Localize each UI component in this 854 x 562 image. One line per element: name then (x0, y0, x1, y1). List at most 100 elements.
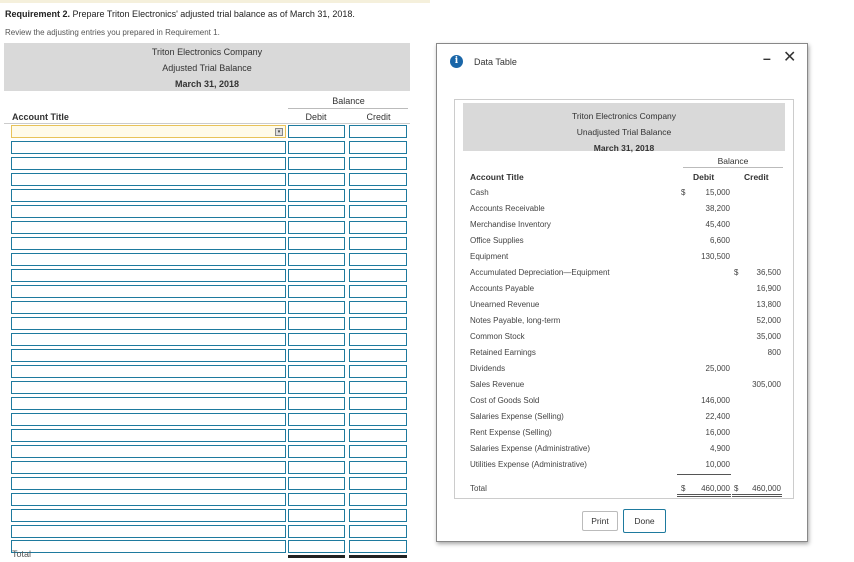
credit-input[interactable] (349, 364, 407, 378)
debit-input[interactable] (288, 332, 345, 346)
credit-input[interactable] (349, 332, 407, 346)
info-icon: i (450, 55, 463, 68)
debit-input[interactable] (288, 172, 345, 186)
account-title-select[interactable] (11, 540, 286, 554)
minimize-icon[interactable]: – (763, 50, 771, 66)
worksheet-date: March 31, 2018 (174, 79, 240, 89)
account-title-select[interactable] (11, 524, 286, 538)
account-title-select[interactable] (11, 140, 286, 154)
debit-input[interactable] (288, 540, 345, 554)
credit-input[interactable] (349, 220, 407, 234)
data-table-balance-divider (683, 167, 783, 168)
account-title-select[interactable] (11, 220, 286, 234)
debit-input[interactable] (288, 476, 345, 490)
credit-input[interactable] (349, 300, 407, 314)
account-title-select[interactable] (11, 172, 286, 186)
credit-input[interactable] (349, 125, 407, 138)
credit-input[interactable] (349, 524, 407, 538)
credit-input[interactable] (349, 204, 407, 218)
account-title-select[interactable] (11, 300, 286, 314)
credit-input[interactable] (349, 412, 407, 426)
data-table-row: Cash $15,000 (455, 188, 795, 204)
account-title-select[interactable] (11, 316, 286, 330)
data-table-cell-credit: 305,000 (752, 380, 781, 389)
data-table-cell-name: Merchandise Inventory (470, 220, 551, 229)
account-title-select[interactable] (11, 188, 286, 202)
credit-input[interactable] (349, 476, 407, 490)
debit-input[interactable] (288, 268, 345, 282)
credit-input[interactable] (349, 396, 407, 410)
credit-input[interactable] (349, 316, 407, 330)
credit-input[interactable] (349, 460, 407, 474)
debit-input[interactable] (288, 188, 345, 202)
credit-input[interactable] (349, 284, 407, 298)
account-title-select[interactable] (11, 364, 286, 378)
account-title-select[interactable] (11, 444, 286, 458)
account-title-select[interactable] (11, 428, 286, 442)
account-title-select[interactable] (11, 348, 286, 362)
account-title-select[interactable] (11, 476, 286, 490)
account-title-select[interactable] (11, 492, 286, 506)
data-table-row: Common Stock 35,000 (455, 332, 795, 348)
debit-input[interactable] (288, 284, 345, 298)
debit-input[interactable] (288, 236, 345, 250)
debit-input[interactable] (288, 140, 345, 154)
credit-input[interactable] (349, 236, 407, 250)
credit-input[interactable] (349, 268, 407, 282)
data-table-cell-name: Rent Expense (Selling) (470, 428, 552, 437)
debit-input[interactable] (288, 524, 345, 538)
credit-input[interactable] (349, 444, 407, 458)
debit-input[interactable] (288, 460, 345, 474)
debit-input[interactable] (288, 380, 345, 394)
credit-input[interactable] (349, 540, 407, 554)
debit-input[interactable] (288, 316, 345, 330)
credit-input[interactable] (349, 140, 407, 154)
account-title-select[interactable] (11, 508, 286, 522)
data-table-cell-name: Cash (470, 188, 489, 197)
debit-input[interactable] (288, 348, 345, 362)
credit-input[interactable] (349, 508, 407, 522)
account-title-select[interactable] (11, 156, 286, 170)
debit-input[interactable] (288, 156, 345, 170)
debit-input[interactable] (288, 220, 345, 234)
credit-input[interactable] (349, 428, 407, 442)
account-title-select[interactable]: ▾ (11, 125, 286, 138)
debit-input[interactable] (288, 252, 345, 266)
debit-input[interactable] (288, 125, 345, 138)
account-title-select[interactable] (11, 284, 286, 298)
data-table-cell-credit: 13,800 (756, 300, 781, 309)
worksheet-company: Triton Electronics Company (151, 47, 263, 57)
total-double-underline (677, 494, 731, 497)
print-button[interactable]: Print (582, 511, 618, 531)
credit-input[interactable] (349, 348, 407, 362)
account-title-select[interactable] (11, 268, 286, 282)
account-title-select[interactable] (11, 204, 286, 218)
debit-input[interactable] (288, 412, 345, 426)
debit-input[interactable] (288, 444, 345, 458)
account-title-select[interactable] (11, 236, 286, 250)
close-icon[interactable]: ✕ (783, 47, 796, 67)
account-title-select[interactable] (11, 412, 286, 426)
done-button[interactable]: Done (623, 509, 666, 533)
debit-input[interactable] (288, 396, 345, 410)
account-title-select[interactable] (11, 396, 286, 410)
credit-input[interactable] (349, 172, 407, 186)
debit-input[interactable] (288, 300, 345, 314)
account-title-select[interactable] (11, 252, 286, 266)
credit-input[interactable] (349, 156, 407, 170)
credit-input[interactable] (349, 380, 407, 394)
credit-input[interactable] (349, 492, 407, 506)
credit-input[interactable] (349, 188, 407, 202)
debit-input[interactable] (288, 364, 345, 378)
debit-input[interactable] (288, 428, 345, 442)
credit-input[interactable] (349, 252, 407, 266)
account-title-select[interactable] (11, 460, 286, 474)
debit-input[interactable] (288, 508, 345, 522)
account-title-select[interactable] (11, 332, 286, 346)
debit-input[interactable] (288, 204, 345, 218)
chevron-down-icon[interactable]: ▾ (275, 128, 283, 136)
debit-input[interactable] (288, 492, 345, 506)
data-table-cell-name: Notes Payable, long-term (470, 316, 561, 325)
account-title-select[interactable] (11, 380, 286, 394)
data-table-row: Cost of Goods Sold 146,000 (455, 396, 795, 412)
